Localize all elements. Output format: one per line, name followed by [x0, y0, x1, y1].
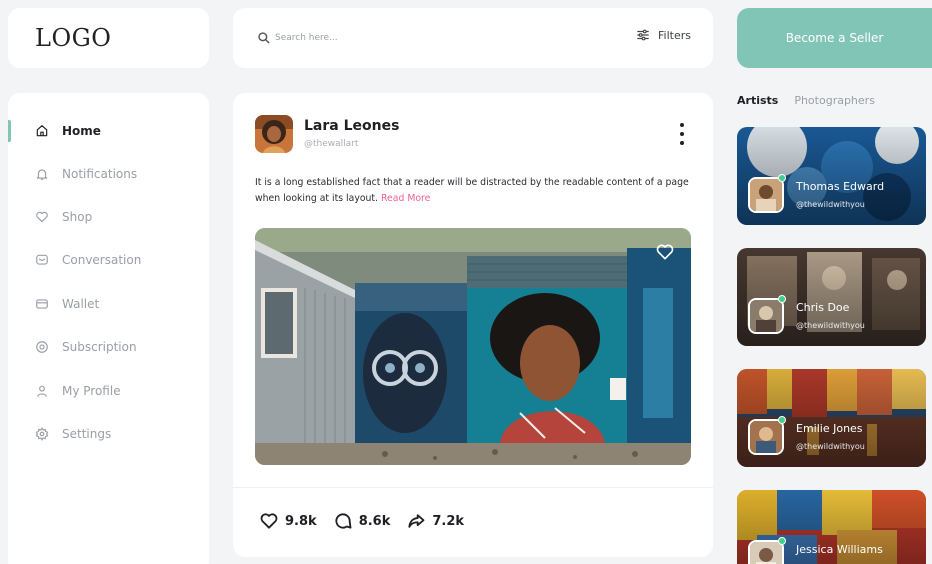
logo-card: LOGO — [8, 8, 209, 68]
tab-photographers[interactable]: Photographers — [794, 94, 875, 107]
avatar — [748, 419, 784, 455]
divider — [233, 487, 713, 488]
read-more-link[interactable]: Read More — [381, 193, 430, 204]
sidebar-item-label: Wallet — [62, 297, 100, 311]
sidebar-item-label: Notifications — [62, 167, 138, 181]
search-icon — [258, 32, 270, 44]
creator-tabs: Artists Photographers — [737, 94, 875, 107]
creator-card[interactable]: Jessica Williams — [737, 490, 926, 564]
tab-artists[interactable]: Artists — [737, 94, 778, 107]
wallet-icon — [34, 296, 50, 312]
online-status-icon — [778, 416, 786, 424]
creator-name: Jessica Williams — [796, 543, 883, 556]
avatar — [748, 177, 784, 213]
avatar — [748, 298, 784, 334]
home-icon — [34, 123, 50, 139]
more-options-icon[interactable] — [677, 123, 687, 145]
sidebar-item-shop[interactable]: Shop — [8, 202, 209, 232]
search-bar: Filters — [233, 8, 713, 68]
post-text: It is a long established fact that a rea… — [255, 175, 695, 207]
sidebar-item-home[interactable]: Home — [8, 116, 209, 146]
creator-handle: @thewildwithyou — [796, 442, 865, 451]
post-author-name[interactable]: Lara Leones — [304, 118, 399, 134]
post-image[interactable] — [255, 228, 691, 465]
sidebar-item-wallet[interactable]: Wallet — [8, 289, 209, 319]
online-status-icon — [778, 537, 786, 545]
logo[interactable]: LOGO — [35, 24, 111, 52]
sidebar-item-settings[interactable]: Settings — [8, 419, 209, 449]
comment-button[interactable]: 8.6k — [333, 511, 391, 531]
sidebar-item-label: Home — [62, 124, 101, 138]
sidebar-item-label: My Profile — [62, 384, 121, 398]
creator-handle: @thewildwithyou — [796, 200, 865, 209]
sidebar-item-label: Conversation — [62, 253, 142, 267]
sidebar-item-label: Subscription — [62, 340, 137, 354]
online-status-icon — [778, 174, 786, 182]
post-card: Lara Leones @thewallart It is a long est… — [233, 93, 713, 557]
sidebar-item-notifications[interactable]: Notifications — [8, 159, 209, 189]
post-body: It is a long established fact that a rea… — [255, 177, 689, 204]
become-seller-button[interactable]: Become a Seller — [737, 8, 932, 68]
user-icon — [34, 383, 50, 399]
creator-name: Emilie Jones — [796, 422, 863, 435]
heart-icon — [260, 513, 278, 529]
creator-handle: @thewildwithyou — [796, 321, 865, 330]
sidebar-item-label: Settings — [62, 427, 112, 441]
search-input[interactable] — [275, 30, 575, 46]
gear-icon — [34, 426, 50, 442]
creator-name: Chris Doe — [796, 301, 850, 314]
share-count: 7.2k — [432, 513, 465, 529]
like-button[interactable]: 9.8k — [259, 511, 317, 531]
sidebar: Home Notifications Shop Conversation Wal… — [8, 93, 209, 564]
share-button[interactable]: 7.2k — [406, 511, 464, 531]
chat-icon — [34, 252, 50, 268]
share-icon — [408, 514, 425, 528]
post-stats: 9.8k 8.6k 7.2k — [259, 511, 480, 531]
creator-name: Thomas Edward — [796, 180, 885, 193]
heart-icon[interactable] — [655, 242, 675, 262]
online-status-icon — [778, 295, 786, 303]
creator-card[interactable]: Chris Doe @thewildwithyou — [737, 248, 926, 346]
comment-count: 8.6k — [358, 513, 391, 529]
like-count: 9.8k — [285, 513, 317, 529]
sidebar-item-subscription[interactable]: Subscription — [8, 332, 209, 362]
creator-card[interactable]: Thomas Edward @thewildwithyou — [737, 127, 926, 225]
filters-button[interactable]: Filters — [636, 28, 691, 42]
sliders-icon — [637, 29, 649, 41]
bell-icon — [34, 166, 50, 182]
avatar[interactable] — [255, 115, 293, 153]
post-author-handle: @thewallart — [304, 139, 359, 149]
at-icon — [34, 339, 50, 355]
sidebar-item-conversation[interactable]: Conversation — [8, 245, 209, 275]
comment-icon — [335, 513, 352, 529]
sidebar-item-label: Shop — [62, 210, 93, 224]
heart-icon — [34, 209, 50, 225]
creator-card[interactable]: Emilie Jones @thewildwithyou — [737, 369, 926, 467]
sidebar-item-my-profile[interactable]: My Profile — [8, 376, 209, 406]
filters-label: Filters — [658, 28, 691, 42]
